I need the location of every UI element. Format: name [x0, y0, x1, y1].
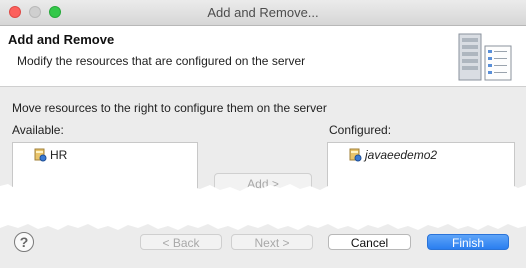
available-label: Available:: [12, 123, 64, 137]
finish-button[interactable]: Finish: [427, 234, 509, 250]
back-button[interactable]: < Back: [140, 234, 222, 250]
instruction-text: Move resources to the right to configure…: [12, 101, 327, 115]
project-icon: [349, 148, 362, 162]
page-title: Add and Remove: [8, 32, 115, 47]
torn-edge: [0, 183, 526, 230]
cancel-button[interactable]: Cancel: [328, 234, 411, 250]
project-icon: [34, 148, 47, 162]
configured-label: Configured:: [329, 123, 392, 137]
window-title: Add and Remove...: [207, 5, 319, 20]
server-icon: [458, 33, 512, 81]
title-bar: Add and Remove...: [0, 0, 526, 26]
list-item[interactable]: HR: [33, 147, 67, 163]
page-subtitle: Modify the resources that are configured…: [17, 54, 306, 68]
list-item[interactable]: javaeedemo2: [348, 147, 437, 163]
wizard-header: Add and Remove Modify the resources that…: [0, 26, 526, 87]
next-button[interactable]: Next >: [231, 234, 313, 250]
list-item-label: HR: [50, 148, 68, 162]
help-button[interactable]: ?: [14, 232, 34, 252]
list-item-label: javaeedemo2: [365, 148, 438, 162]
